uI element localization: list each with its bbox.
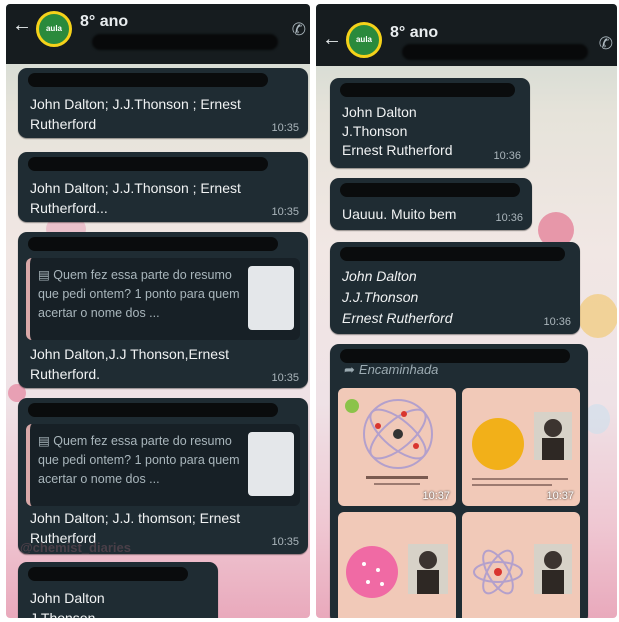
message-time: 10:36 <box>493 150 521 162</box>
quoted-text: ▤ Quem fez essa parte do resumo que pedi… <box>38 268 240 320</box>
thomson-model-illustration <box>346 544 448 598</box>
chat-title[interactable]: 8° ano <box>80 13 128 31</box>
message-text: John Dalton; J.J.Thonson ; Ernest <box>30 96 241 112</box>
message-time: 10:35 <box>271 372 299 384</box>
message-text: Rutherford <box>30 116 97 132</box>
message-time: 10:36 <box>543 316 571 328</box>
chat-title[interactable]: 8° ano <box>390 24 438 42</box>
message-bubble[interactable]: John Dalton J.J.Thonson Ernest Rutherfor… <box>330 242 580 334</box>
media-thumbnail[interactable]: 10:37 <box>338 388 456 506</box>
chat-screenshot-right: ← aula 8° ano ✆ John Dalton J.Thonson Er… <box>316 4 617 618</box>
redacted-sender <box>28 567 188 581</box>
chat-header: ← aula 8° ano ✆ <box>316 4 617 66</box>
message-bubble[interactable]: John Dalton; J.J.Thonson ; Ernest Ruther… <box>18 68 308 138</box>
quoted-thumbnail <box>248 266 294 330</box>
message-bubble[interactable]: John Dalton; J.J.Thonson ; Ernest Ruther… <box>18 152 308 222</box>
reply-message-bubble[interactable]: ▤ Quem fez essa parte do resumo que pedi… <box>18 232 308 388</box>
message-bubble[interactable]: Uauuu. Muito bem 10:36 <box>330 178 532 230</box>
forwarded-label: ➦ Encaminhada <box>344 362 438 378</box>
redacted-members <box>402 44 588 60</box>
redacted-members <box>92 34 278 50</box>
message-text: J.Thonson <box>30 610 96 618</box>
chat-screenshot-left: ← aula 8° ano ✆ John Dalton; J.J.Thonson… <box>6 4 310 618</box>
redacted-sender <box>340 183 520 197</box>
redacted-sender <box>28 73 268 87</box>
media-thumbnail[interactable] <box>462 512 580 618</box>
redacted-sender <box>28 403 278 417</box>
message-text: John Dalton <box>342 268 417 284</box>
redacted-sender <box>28 157 268 171</box>
message-text: Rutherford. <box>30 366 101 382</box>
wallpaper-decoration <box>578 294 617 338</box>
quoted-message[interactable]: ▤ Quem fez essa parte do resumo que pedi… <box>26 424 300 506</box>
message-text: Rutherford... <box>30 200 108 216</box>
rutherford-model-illustration <box>473 544 572 595</box>
quoted-text: ▤ Quem fez essa parte do resumo que pedi… <box>38 434 240 486</box>
message-time: 10:35 <box>271 122 299 134</box>
message-time: 10:36 <box>495 212 523 224</box>
back-arrow-icon[interactable]: ← <box>12 14 32 37</box>
message-text: J.Thonson <box>342 123 408 139</box>
media-thumbnail[interactable] <box>338 512 456 618</box>
message-text: John Dalton <box>342 104 417 120</box>
redacted-sender <box>340 349 570 363</box>
media-time: 10:37 <box>422 490 450 502</box>
forwarded-text: Encaminhada <box>358 362 439 377</box>
watermark-text: @chemist_diaries <box>20 540 131 555</box>
atom-illustration <box>345 399 433 485</box>
add-call-icon[interactable]: ✆ <box>599 34 613 54</box>
message-text: Ernest Rutherford <box>342 142 453 158</box>
message-text: Uauuu. Muito bem <box>342 206 457 222</box>
message-text: John Dalton; J.J. thomson; Ernest <box>30 510 241 526</box>
avatar-text: aula <box>355 35 372 44</box>
quoted-thumbnail <box>248 432 294 496</box>
dalton-model-illustration <box>472 412 572 486</box>
redacted-sender <box>28 237 278 251</box>
message-text: John Dalton,J.J Thonson,Ernest <box>30 346 229 362</box>
avatar-text: aula <box>45 24 62 33</box>
message-time: 10:35 <box>271 536 299 548</box>
redacted-sender <box>340 83 515 97</box>
redacted-sender <box>340 247 565 261</box>
back-arrow-icon[interactable]: ← <box>322 28 342 51</box>
quoted-text-content: Quem fez essa parte do resumo que pedi o… <box>38 434 240 486</box>
message-text: J.J.Thonson <box>342 289 419 305</box>
message-text: John Dalton <box>30 590 105 606</box>
message-bubble[interactable]: John Dalton J.Thonson <box>18 562 218 618</box>
message-bubble[interactable]: John Dalton J.Thonson Ernest Rutherford … <box>330 78 530 168</box>
group-avatar[interactable]: aula <box>346 22 382 58</box>
message-text: Ernest Rutherford <box>342 310 453 326</box>
group-avatar[interactable]: aula <box>36 11 72 47</box>
quoted-message[interactable]: ▤ Quem fez essa parte do resumo que pedi… <box>26 258 300 340</box>
add-call-icon[interactable]: ✆ <box>292 20 306 40</box>
quoted-text-content: Quem fez essa parte do resumo que pedi o… <box>38 268 240 320</box>
reply-message-bubble[interactable]: ▤ Quem fez essa parte do resumo que pedi… <box>18 398 308 554</box>
forwarded-media-bubble[interactable]: ➦ Encaminhada 10:37 10:37 <box>330 344 588 618</box>
message-time: 10:35 <box>271 206 299 218</box>
chat-header: ← aula 8° ano ✆ <box>6 4 310 64</box>
forward-arrow-icon: ➦ <box>344 362 355 377</box>
message-text: John Dalton; J.J.Thonson ; Ernest <box>30 180 241 196</box>
media-time: 10:37 <box>546 490 574 502</box>
media-thumbnail[interactable]: 10:37 <box>462 388 580 506</box>
